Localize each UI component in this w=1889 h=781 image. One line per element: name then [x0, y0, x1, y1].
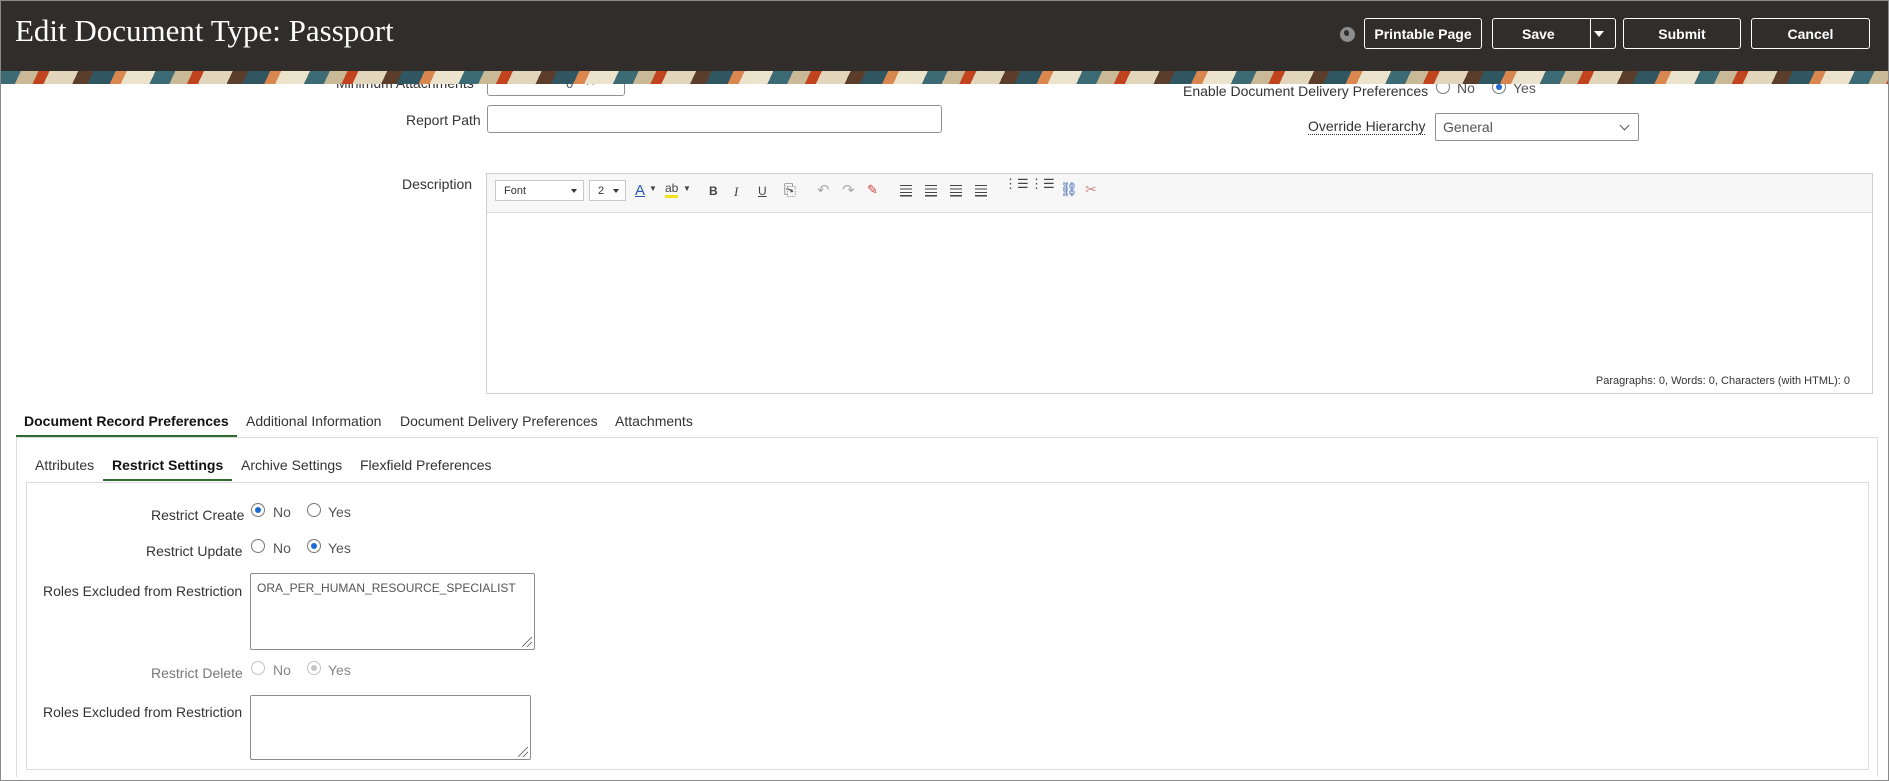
globe-icon[interactable] — [1340, 27, 1355, 42]
font-color-dropdown-icon[interactable]: ▼ — [649, 184, 657, 193]
restrict-update-no-radio[interactable] — [251, 539, 265, 553]
description-editor[interactable]: Font 2 A ▼ ab ▼ B I U ⎘ ↶ ↷ ✎ ⋮☰ ⋮☰ ⛓ ✂ … — [486, 173, 1873, 394]
cancel-button[interactable]: Cancel — [1751, 18, 1870, 49]
page-title: Edit Document Type: Passport — [15, 13, 394, 48]
restrict-delete-label: Restrict Delete — [151, 665, 243, 681]
page-header: Edit Document Type: Passport Printable P… — [1, 1, 1888, 71]
save-button[interactable]: Save — [1492, 18, 1616, 49]
underline-icon[interactable]: U — [758, 184, 767, 198]
font-size-select[interactable]: 2 — [589, 180, 626, 201]
tab-document-record-preferences[interactable]: Document Record Preferences — [24, 413, 229, 429]
roles-excluded-value: ORA_PER_HUMAN_RESOURCE_SPECIALIST — [257, 581, 516, 595]
restrict-update-yes-label: Yes — [328, 540, 351, 556]
header-pattern-band — [1, 71, 1888, 84]
resize-handle-icon[interactable] — [518, 747, 528, 757]
subtab-attributes[interactable]: Attributes — [35, 457, 94, 473]
restrict-create-no-radio[interactable] — [251, 503, 265, 517]
subtab-restrict-settings[interactable]: Restrict Settings — [112, 457, 223, 473]
roles-excluded-textarea[interactable]: ORA_PER_HUMAN_RESOURCE_SPECIALIST — [250, 573, 535, 650]
enable-delivery-label: Enable Document Delivery Preferences — [1183, 83, 1429, 99]
tab-document-delivery-preferences[interactable]: Document Delivery Preferences — [400, 413, 598, 429]
tab-additional-information[interactable]: Additional Information — [246, 413, 381, 429]
align-left-icon[interactable] — [900, 185, 912, 197]
save-split-divider — [1590, 18, 1591, 49]
report-path-input[interactable] — [487, 105, 942, 133]
bullet-list-icon[interactable]: ⋮☰ — [1030, 177, 1055, 190]
restrict-create-no-label: No — [273, 504, 291, 520]
restrict-delete-yes-radio — [307, 661, 321, 675]
paste-icon[interactable]: ⎘ — [784, 182, 796, 199]
highlight-color-icon[interactable]: ab — [665, 181, 679, 198]
caret-down-icon[interactable] — [1594, 31, 1604, 37]
restrict-update-label: Restrict Update — [146, 543, 243, 559]
numbered-list-icon[interactable]: ⋮☰ — [1004, 177, 1029, 190]
save-label: Save — [1522, 26, 1555, 42]
restrict-update-no-label: No — [273, 540, 291, 556]
undo-icon[interactable]: ↶ — [817, 181, 830, 199]
bold-icon[interactable]: B — [709, 184, 718, 198]
restrict-create-yes-radio[interactable] — [307, 503, 321, 517]
override-hierarchy-label: Override Hierarchy — [1308, 118, 1426, 135]
restrict-delete-no-radio — [251, 661, 265, 675]
font-select[interactable]: Font — [495, 180, 584, 201]
highlight-dropdown-icon[interactable]: ▼ — [683, 184, 691, 193]
redo-icon[interactable]: ↷ — [842, 181, 855, 199]
editor-toolbar: Font 2 A ▼ ab ▼ B I U ⎘ ↶ ↷ ✎ ⋮☰ ⋮☰ ⛓ ✂ — [487, 174, 1872, 213]
subtab-flexfield-preferences[interactable]: Flexfield Preferences — [360, 457, 492, 473]
subtab-active-underline — [103, 479, 232, 481]
restrict-delete-yes-label: Yes — [328, 662, 351, 678]
restrict-delete-no-label: No — [273, 662, 291, 678]
tab-attachments[interactable]: Attachments — [615, 413, 693, 429]
description-label: Description — [402, 176, 473, 192]
submit-button[interactable]: Submit — [1623, 18, 1741, 49]
override-hierarchy-value: General — [1443, 119, 1493, 135]
eraser-icon[interactable]: ✎ — [867, 182, 878, 198]
align-center-icon[interactable] — [925, 185, 937, 197]
roles-excluded-label-2: Roles Excluded from Restriction — [43, 704, 243, 720]
font-color-icon[interactable]: A — [635, 182, 645, 199]
restrict-update-yes-radio[interactable] — [307, 539, 321, 553]
unlink-icon[interactable]: ✂ — [1085, 181, 1097, 198]
italic-icon[interactable]: I — [734, 184, 738, 200]
printable-page-button[interactable]: Printable Page — [1364, 18, 1482, 49]
align-right-icon[interactable] — [950, 185, 962, 197]
page-frame: Minimum Attachments 0 ✕ ⌄ Enable Documen… — [0, 0, 1889, 781]
subtab-archive-settings[interactable]: Archive Settings — [241, 457, 342, 473]
link-icon[interactable]: ⛓ — [1060, 181, 1078, 198]
chevron-down-icon — [1619, 120, 1630, 131]
restrict-create-yes-label: Yes — [328, 504, 351, 520]
roles-excluded-textarea-2[interactable] — [250, 695, 531, 760]
override-hierarchy-select[interactable]: General — [1435, 113, 1639, 141]
align-justify-icon[interactable] — [975, 185, 987, 197]
editor-status: Paragraphs: 0, Words: 0, Characters (wit… — [1595, 375, 1850, 387]
restrict-create-label: Restrict Create — [151, 507, 245, 523]
resize-handle-icon[interactable] — [522, 637, 532, 647]
roles-excluded-label: Roles Excluded from Restriction — [43, 583, 243, 599]
report-path-label: Report Path — [406, 112, 481, 128]
